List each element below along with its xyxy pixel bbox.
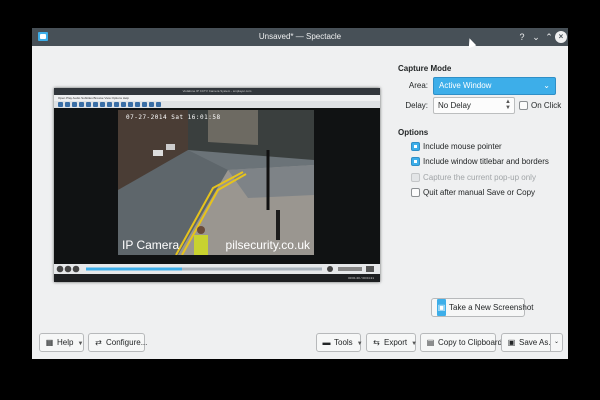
cctv-timestamp: 07-27-2014 Sat 16:01:58: [126, 114, 221, 121]
spin-arrows-icon[interactable]: ▲ ▼: [505, 99, 511, 111]
on-click-label: On Click: [531, 101, 562, 110]
area-label: Area:: [408, 81, 428, 90]
save-as-button[interactable]: ▣ Save As...: [501, 333, 555, 352]
preview-toolbar: [54, 101, 380, 108]
configure-label: Configure...: [106, 338, 148, 347]
options-heading: Options: [398, 128, 429, 137]
close-icon[interactable]: ×: [555, 31, 567, 43]
capture-popup-label: Capture the current pop-up only: [423, 173, 536, 182]
chevron-down-icon: ⌄: [553, 339, 560, 345]
capture-mode-heading: Capture Mode: [398, 64, 452, 73]
configure-icon: ⇄: [95, 338, 102, 347]
preview-statusbar: 00:01:20 / 00:04:21: [54, 274, 380, 282]
copy-to-clipboard-button[interactable]: ▤ Copy to Clipboard: [420, 333, 502, 352]
preview-player-controls: [54, 264, 380, 274]
window-titlebar[interactable]: Unsaved* — Spectacle ? ⌄ ⌃ ×: [32, 28, 568, 46]
cctv-video-frame: 07-27-2014 Sat 16:01:58 IP Camera pilsec…: [118, 110, 314, 255]
tools-label: Tools: [334, 338, 353, 347]
quit-after-save-checkbox[interactable]: [411, 188, 420, 197]
take-new-screenshot-button[interactable]: ▣ Take a New Screenshot: [431, 298, 534, 317]
export-label: Export: [384, 338, 408, 347]
spectacle-window: Unsaved* — Spectacle ? ⌄ ⌃ × Vodafone IP…: [32, 28, 568, 359]
delay-label: Delay:: [405, 101, 428, 110]
on-click-checkbox[interactable]: [519, 101, 528, 110]
chevron-down-icon: ▼: [356, 341, 363, 347]
area-combobox[interactable]: Active Window ⌄: [433, 77, 556, 95]
copy-label: Copy to Clipboard: [438, 338, 503, 347]
configure-button[interactable]: ⇄ Configure...: [88, 333, 148, 352]
help-label: Help: [57, 338, 74, 347]
include-titlebar-checkbox[interactable]: [411, 157, 420, 166]
quit-after-save-label: Quit after manual Save or Copy: [423, 188, 536, 197]
window-title: Unsaved* — Spectacle: [258, 32, 342, 41]
include-titlebar-label: Include window titlebar and borders: [423, 157, 549, 166]
chevron-down-icon: ▼: [77, 341, 84, 347]
minimize-icon[interactable]: ⌄: [530, 31, 542, 43]
include-mouse-pointer-checkbox[interactable]: [411, 142, 420, 151]
help-icon[interactable]: ?: [516, 31, 528, 43]
capture-popup-checkbox: [411, 173, 420, 182]
help-grid-icon: ▦: [45, 338, 54, 347]
save-icon: ▣: [507, 338, 516, 347]
cctv-overlay-ip-camera: IP Camera: [122, 238, 180, 252]
tools-icon: ▬: [322, 338, 331, 347]
cctv-overlay-website: pilsecurity.co.uk: [225, 238, 310, 252]
street-scene-image: [118, 110, 314, 255]
export-button[interactable]: ⇆ Export ▼: [366, 333, 418, 352]
clipboard-icon: ▤: [426, 338, 435, 347]
chevron-down-icon: ⌄: [543, 81, 550, 90]
help-button[interactable]: ▦ Help ▼: [39, 333, 84, 352]
delay-value: No Delay: [438, 101, 471, 110]
camera-icon: ▣: [437, 299, 446, 316]
area-value: Active Window: [439, 81, 492, 90]
save-options-dropdown[interactable]: ⌄: [550, 333, 563, 352]
chevron-down-icon: ▼: [411, 341, 418, 347]
preview-window-title: Vodafone IP CCTV Camera System - smplaye…: [54, 88, 380, 95]
include-mouse-pointer-label: Include mouse pointer: [423, 142, 502, 151]
tools-button[interactable]: ▬ Tools ▼: [316, 333, 363, 352]
player-controls-graphic: [56, 265, 374, 273]
take-new-screenshot-label: Take a New Screenshot: [449, 303, 534, 312]
screenshot-preview[interactable]: Vodafone IP CCTV Camera System - smplaye…: [54, 88, 380, 282]
delay-spinbox[interactable]: No Delay ▲ ▼: [433, 97, 515, 114]
maximize-icon[interactable]: ⌃: [543, 31, 555, 43]
export-icon: ⇆: [373, 338, 380, 347]
